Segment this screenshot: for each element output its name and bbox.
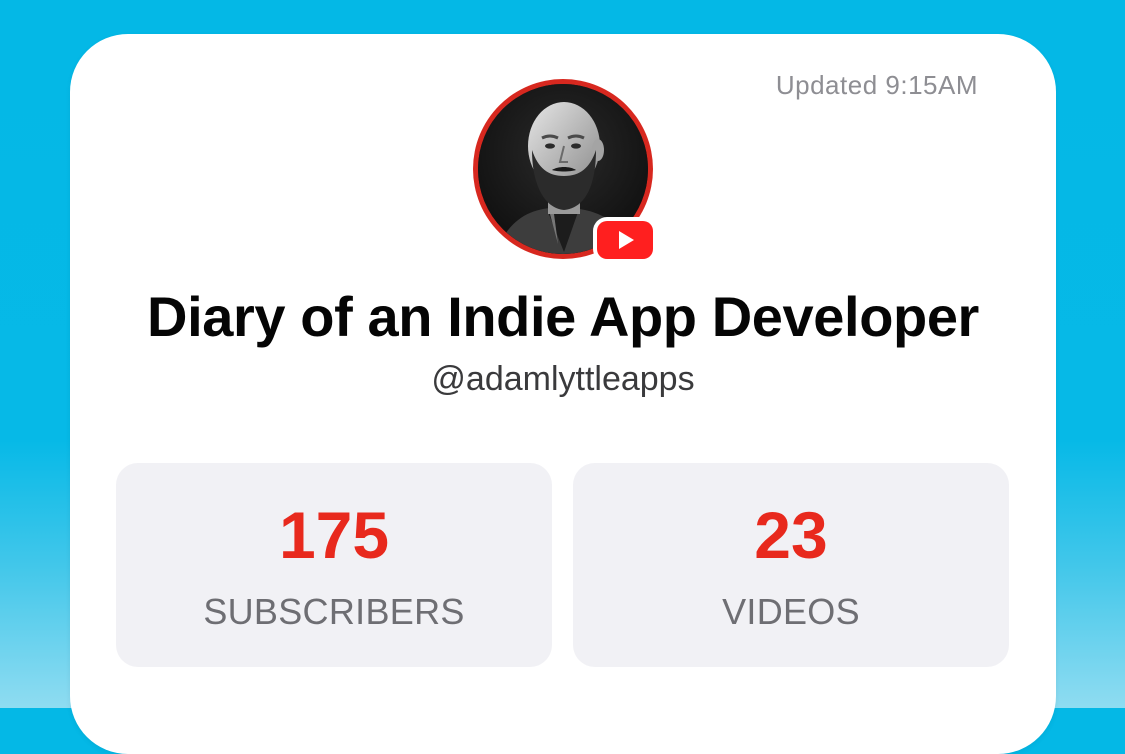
videos-label: VIDEOS	[722, 591, 860, 632]
videos-stat: 23 VIDEOS	[573, 463, 1009, 667]
subscribers-label: SUBSCRIBERS	[203, 591, 465, 632]
channel-widget-card[interactable]: Updated 9:15AM Diary of an Indie App Dev…	[70, 34, 1056, 754]
channel-title: Diary of an Indie App Developer	[147, 285, 979, 348]
videos-count: 23	[754, 498, 828, 572]
youtube-badge	[593, 217, 657, 263]
youtube-play-icon	[619, 231, 634, 249]
channel-handle: @adamlyttleapps	[431, 360, 695, 398]
subscribers-stat: 175 SUBSCRIBERS	[116, 463, 552, 667]
subscribers-count: 175	[278, 498, 390, 572]
channel-avatar[interactable]	[473, 79, 657, 263]
